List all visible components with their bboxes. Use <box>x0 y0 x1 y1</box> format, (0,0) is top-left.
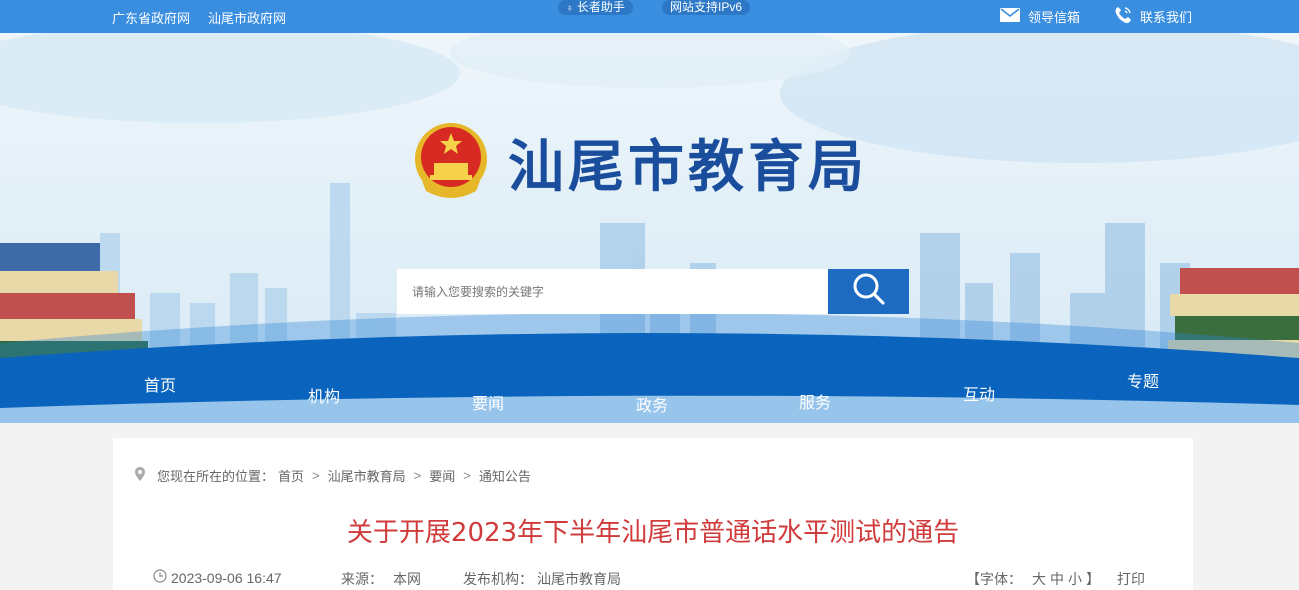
print-button[interactable]: 打印 <box>1117 569 1145 589</box>
clock-icon <box>153 569 167 586</box>
breadcrumb: 您现在所在的位置： 首页 > 汕尾市教育局 > 要闻 > 通知公告 <box>135 466 531 485</box>
breadcrumb-prefix: 您现在所在的位置： <box>157 469 275 484</box>
nav-interaction[interactable]: 互动 <box>963 381 995 405</box>
breadcrumb-home[interactable]: 首页 <box>278 466 304 485</box>
search-icon <box>852 272 886 311</box>
source-label: 来源： <box>341 571 383 587</box>
site-logo[interactable]: 汕尾市教育局 <box>412 119 868 206</box>
publisher-label: 发布机构： <box>463 571 533 587</box>
article-source: 来源： 本网 <box>341 569 421 589</box>
top-right: 领导信箱 联系我们 <box>976 6 1192 27</box>
mailbox-link[interactable]: 领导信箱 <box>999 7 1080 26</box>
contact-label: 联系我们 <box>1139 10 1192 25</box>
shanwei-gov-link[interactable]: 汕尾市政府网 <box>208 8 286 27</box>
search-input[interactable] <box>397 269 828 314</box>
city-skyline-background <box>0 33 1299 423</box>
elder-helper-label: 长者助手 <box>576 0 625 14</box>
contact-link[interactable]: 联系我们 <box>1114 6 1192 27</box>
elder-helper-button[interactable]: ♁ 长者助手 <box>558 0 633 15</box>
mailbox-label: 领导信箱 <box>1027 10 1080 25</box>
article-card: 您现在所在的位置： 首页 > 汕尾市教育局 > 要闻 > 通知公告 关于开展20… <box>113 438 1193 590</box>
article-date: 2023-09-06 16:47 <box>153 569 282 586</box>
font-bracket-close: 】 <box>1086 571 1100 587</box>
font-large-button[interactable]: 大 <box>1032 569 1046 589</box>
breadcrumb-bureau[interactable]: 汕尾市教育局 <box>328 466 406 485</box>
nav-affairs[interactable]: 政务 <box>636 392 668 416</box>
nav-topics[interactable]: 专题 <box>1127 368 1159 392</box>
ipv6-badge: 网站支持IPv6 <box>662 0 751 15</box>
source-value: 本网 <box>393 571 421 587</box>
publisher-value: 汕尾市教育局 <box>537 571 621 587</box>
search-bar <box>397 269 909 314</box>
breadcrumb-separator: > <box>463 468 471 483</box>
print-label: 打印 <box>1117 571 1145 587</box>
breadcrumb-separator: > <box>413 468 422 483</box>
top-bar: 广东省政府网 汕尾市政府网 ♁ 长者助手 网站支持IPv6 领导信箱 联系我们 <box>0 0 1299 33</box>
site-title: 汕尾市教育局 <box>508 135 868 200</box>
nav-services[interactable]: 服务 <box>799 389 831 413</box>
article-title: 关于开展2023年下半年汕尾市普通话水平测试的通告 <box>346 518 960 548</box>
phone-icon <box>1114 6 1132 27</box>
font-size-control: 【字体： 大 中 小 】 <box>966 569 1100 589</box>
location-pin-icon <box>135 467 145 484</box>
search-button[interactable] <box>828 269 909 314</box>
nav-home[interactable]: 首页 <box>144 372 176 396</box>
national-emblem-icon <box>412 119 490 206</box>
article-date-value: 2023-09-06 16:47 <box>171 569 282 586</box>
nav-news[interactable]: 要闻 <box>472 390 504 414</box>
elder-icon: ♁ <box>566 3 574 14</box>
nav-organization[interactable]: 机构 <box>308 383 340 407</box>
article-publisher: 发布机构： 汕尾市教育局 <box>463 569 621 589</box>
breadcrumb-notices[interactable]: 通知公告 <box>479 466 531 485</box>
guangdong-gov-link[interactable]: 广东省政府网 <box>112 8 190 27</box>
font-medium-button[interactable]: 中 <box>1050 569 1064 589</box>
font-label: 【字体： <box>966 571 1022 587</box>
header-banner: 汕尾市教育局 首页 机构 要闻 政务 服务 互动 专题 <box>0 33 1299 423</box>
top-links: 广东省政府网 汕尾市政府网 <box>112 8 286 27</box>
breadcrumb-news[interactable]: 要闻 <box>429 466 455 485</box>
mail-icon <box>999 8 1020 25</box>
breadcrumb-separator: > <box>312 468 320 483</box>
ipv6-label: 网站支持IPv6 <box>670 0 743 14</box>
font-small-button[interactable]: 小 <box>1068 569 1082 589</box>
